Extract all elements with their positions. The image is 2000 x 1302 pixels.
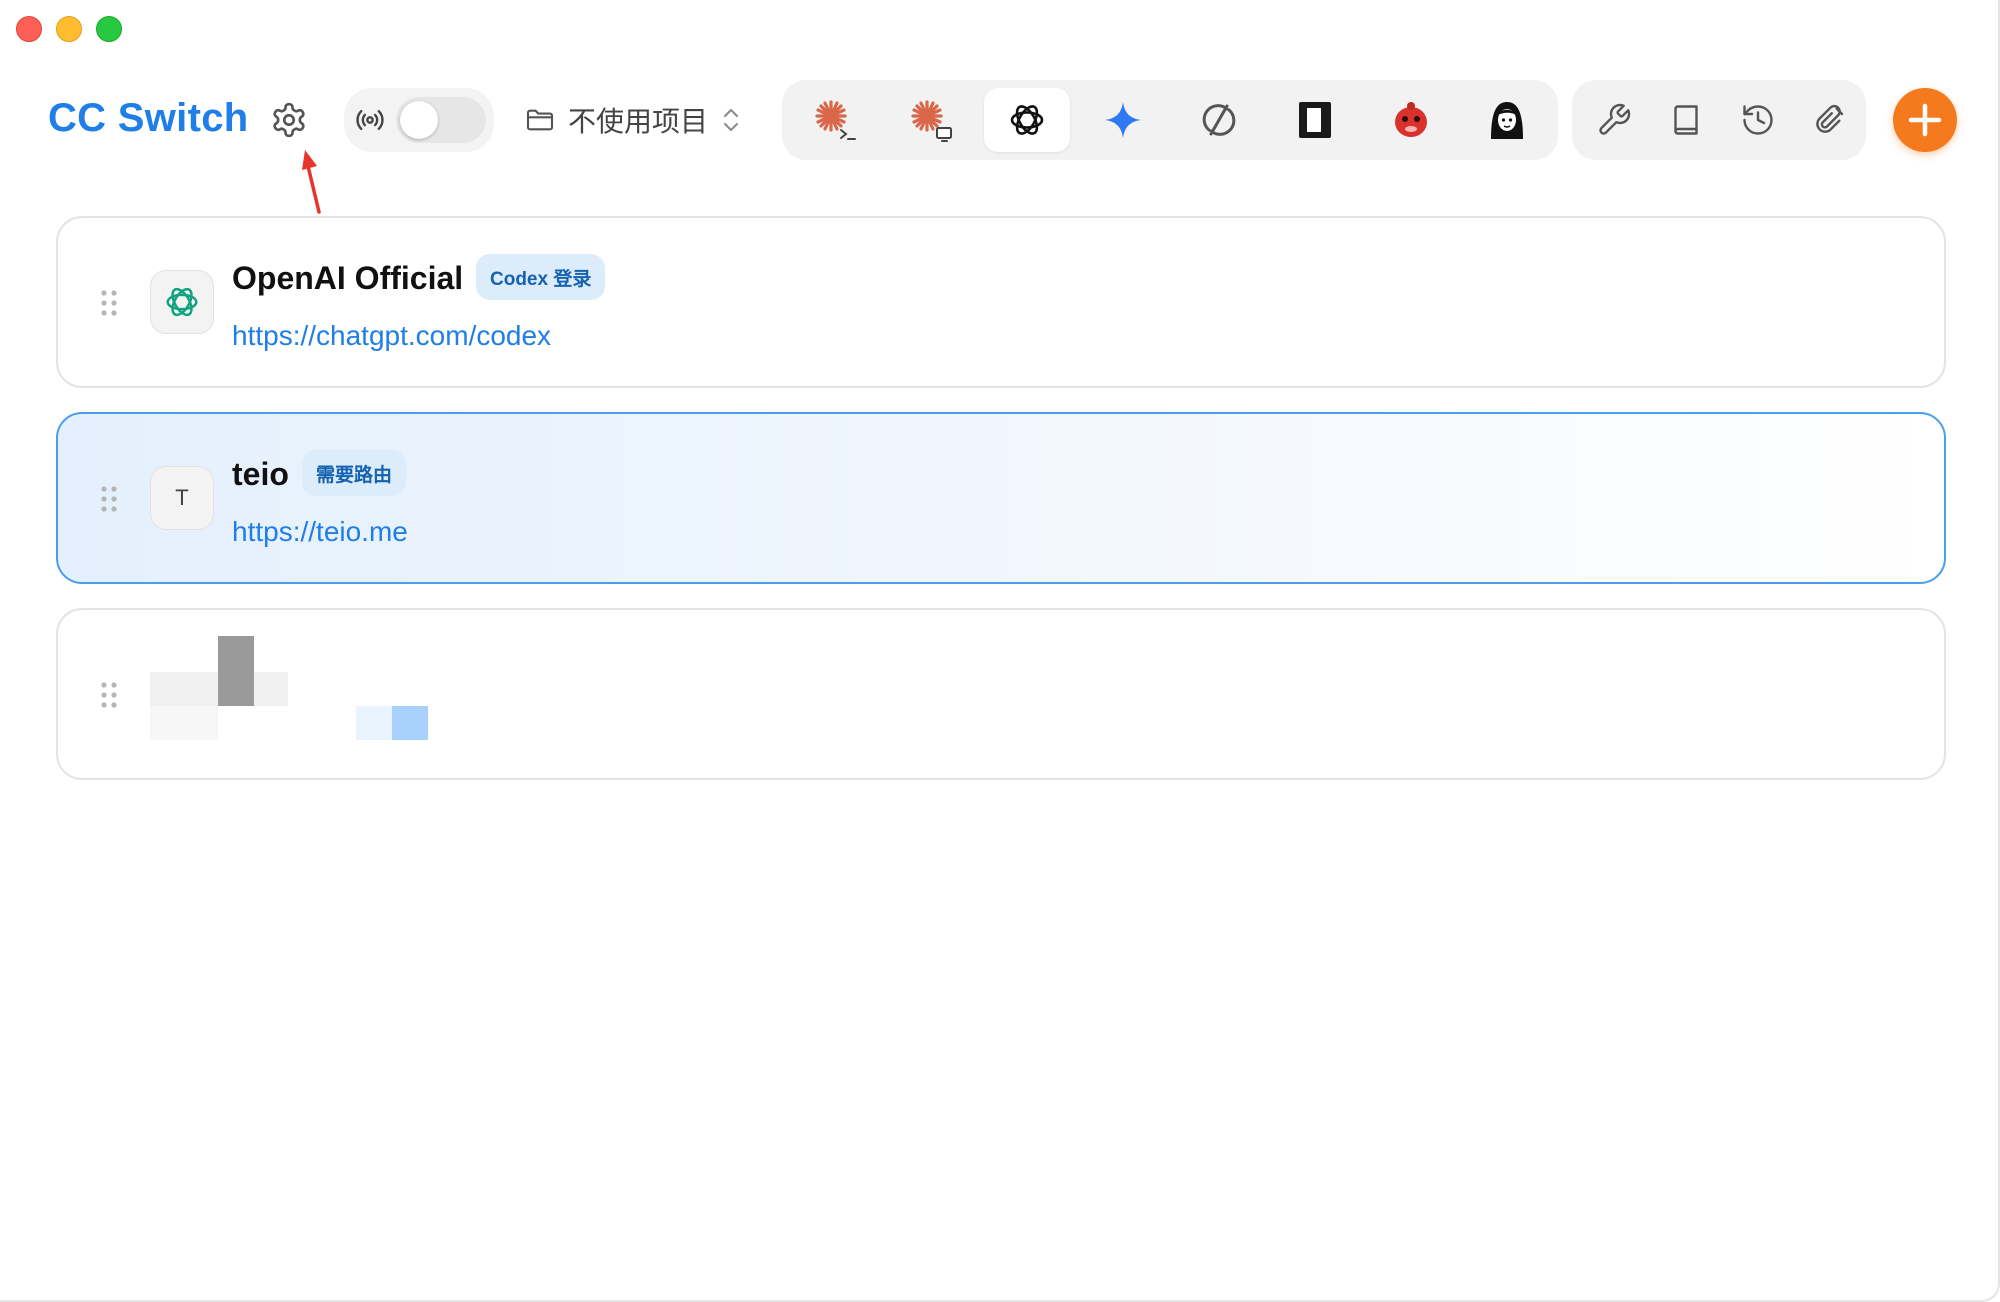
provider-badge: 需要路由 — [302, 450, 407, 496]
slashed-circle-icon — [1202, 104, 1236, 136]
app-title: CC Switch — [48, 96, 249, 140]
add-provider-button[interactable] — [1893, 88, 1957, 152]
red-bot-icon — [1395, 102, 1427, 137]
tool-group — [1572, 80, 1866, 160]
gemini-sparkle-icon — [1105, 102, 1141, 138]
claude-terminal-icon — [815, 100, 856, 140]
maximize-window-button[interactable] — [96, 16, 122, 42]
avatar — [150, 270, 214, 334]
tab-portrait[interactable] — [1464, 88, 1550, 152]
provider-badge: Codex 登录 — [476, 254, 606, 300]
project-select-label: 不使用项目 — [568, 106, 709, 137]
project-select[interactable]: 不使用项目 — [524, 96, 742, 144]
folder-icon — [526, 109, 554, 131]
chevron-updown-icon — [724, 109, 739, 131]
provider-card[interactable]: OpenAI Official Codex 登录 https://chatgpt… — [56, 216, 1946, 388]
annotation-arrow — [302, 150, 321, 214]
provider-card-redacted[interactable] — [56, 608, 1946, 780]
app-window: CC Switch 不使用项目 OpenAI Official Codex 登录… — [0, 0, 2000, 1302]
book-icon — [1674, 105, 1698, 135]
attachment-button[interactable] — [1810, 100, 1850, 140]
provider-name: OpenAI Official — [232, 260, 464, 296]
wrench-button[interactable] — [1594, 100, 1634, 140]
openai-icon — [166, 287, 198, 317]
tab-red-bot[interactable] — [1368, 88, 1454, 152]
book-button[interactable] — [1666, 100, 1706, 140]
provider-card-active[interactable]: T teio 需要路由 https://teio.me — [56, 412, 1946, 584]
avatar: T — [150, 466, 214, 530]
proxy-control — [344, 88, 494, 152]
portrait-icon — [1491, 102, 1523, 139]
app-tabs — [782, 80, 1558, 160]
settings-button[interactable] — [270, 101, 308, 139]
tab-claude-code[interactable] — [792, 88, 878, 152]
close-window-button[interactable] — [16, 16, 42, 42]
paperclip-icon — [1816, 104, 1844, 133]
avatar-letter: T — [175, 485, 189, 510]
history-button[interactable] — [1738, 100, 1778, 140]
toggle-knob — [400, 101, 438, 139]
tab-codex[interactable] — [984, 88, 1070, 152]
tab-cursor[interactable] — [1272, 88, 1358, 152]
radio-waves-icon — [356, 110, 384, 130]
redacted-content — [150, 636, 428, 740]
openai-icon — [1010, 105, 1044, 135]
gear-icon — [273, 102, 305, 138]
drag-handle-icon[interactable] — [98, 680, 120, 710]
tab-gemini[interactable] — [1080, 88, 1166, 152]
dark-square-icon — [1299, 102, 1331, 138]
provider-name: teio — [232, 456, 289, 492]
window-controls — [16, 16, 122, 42]
provider-url[interactable]: https://chatgpt.com/codex — [232, 320, 551, 352]
proxy-toggle[interactable] — [396, 97, 486, 143]
drag-handle-icon[interactable] — [98, 484, 120, 514]
plus-icon — [1908, 103, 1942, 137]
history-icon — [1743, 105, 1773, 135]
tab-claude-desktop[interactable] — [888, 88, 974, 152]
drag-handle-icon[interactable] — [98, 288, 120, 318]
tab-opencode[interactable] — [1176, 88, 1262, 152]
wrench-icon — [1599, 103, 1631, 135]
claude-desktop-icon — [911, 100, 952, 142]
provider-url[interactable]: https://teio.me — [232, 516, 408, 548]
minimize-window-button[interactable] — [56, 16, 82, 42]
